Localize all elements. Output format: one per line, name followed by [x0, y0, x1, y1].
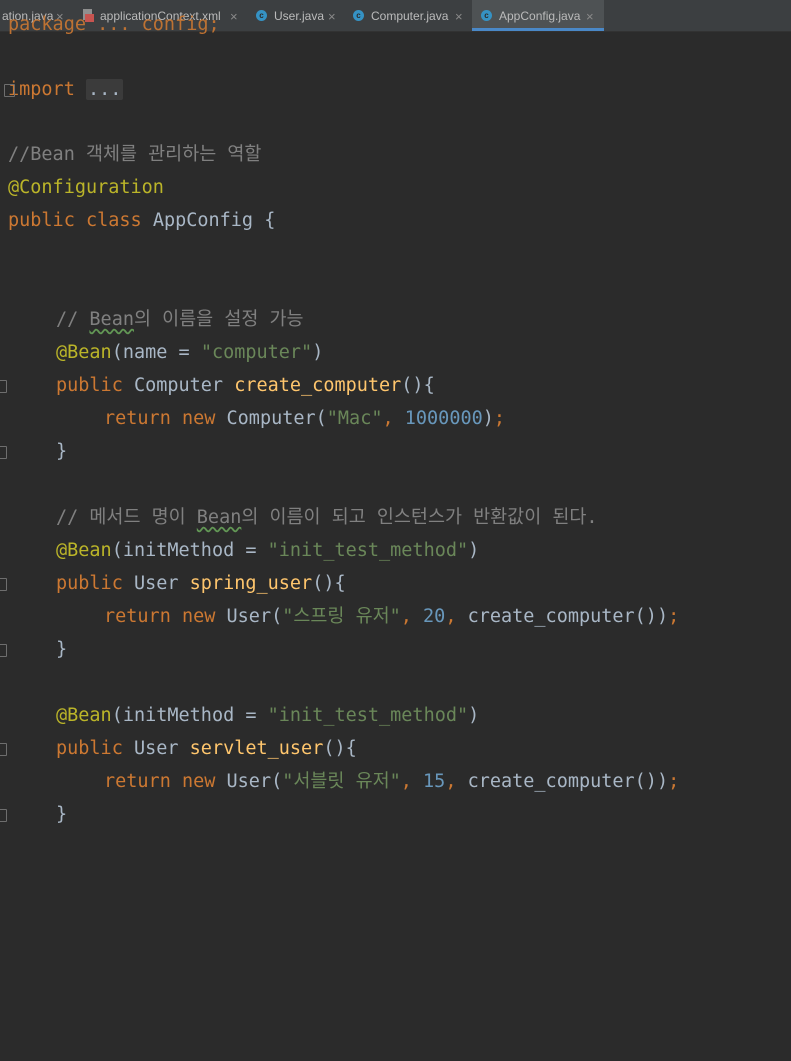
tab-computer-java[interactable]: c Computer.java ×	[349, 0, 469, 31]
code-line-method-decl: public Computer create_computer(){	[56, 375, 435, 396]
fold-icon[interactable]	[0, 380, 7, 393]
code-line-method-decl: public User servlet_user(){	[56, 738, 357, 759]
code-editor[interactable]: package ... config; import ... //Bean 객체…	[0, 14, 791, 833]
code-line-close-brace: }	[56, 804, 68, 825]
active-tab-indicator	[472, 28, 604, 31]
code-line-import: import ...	[4, 77, 124, 103]
tab-label: Computer.java	[371, 9, 449, 23]
code-line-return: return new User("스프링 유저", 20, create_com…	[104, 606, 680, 627]
code-line-annotation: @Bean(initMethod = "init_test_method")	[56, 540, 480, 561]
code-line-package: package ... config;	[8, 14, 220, 35]
code-line-annotation: @Bean(name = "computer")	[56, 342, 324, 363]
fold-icon[interactable]	[0, 644, 7, 657]
close-icon[interactable]: ×	[328, 0, 336, 31]
class-icon: c	[481, 10, 492, 21]
code-line-method-decl: public User spring_user(){	[56, 573, 346, 594]
code-line-comment: // 메서드 명이 Bean의 이름이 되고 인스턴스가 반환값이 된다.	[56, 507, 598, 528]
tab-appconfig-java[interactable]: c AppConfig.java ×	[472, 0, 604, 31]
fold-icon[interactable]	[0, 743, 7, 756]
close-icon[interactable]: ×	[230, 0, 238, 31]
class-icon: c	[256, 10, 267, 21]
tab-user-java[interactable]: c User.java ×	[252, 0, 342, 31]
code-line-return: return new User("서블릿 유저", 15, create_com…	[104, 771, 680, 792]
code-line-close-brace: }	[56, 441, 68, 462]
fold-icon[interactable]	[0, 809, 7, 822]
code-line-class-decl: public class AppConfig {	[8, 210, 276, 231]
code-line-close-brace: }	[56, 639, 68, 660]
class-icon: c	[353, 10, 364, 21]
fold-icon[interactable]	[0, 578, 7, 591]
code-line-comment: // Bean의 이름을 설정 가능	[56, 309, 304, 330]
fold-icon[interactable]	[4, 84, 15, 97]
close-icon[interactable]: ×	[455, 0, 463, 31]
code-line-comment: //Bean 객체를 관리하는 역할	[8, 144, 262, 165]
tab-label: User.java	[274, 9, 325, 23]
fold-icon[interactable]	[0, 446, 7, 459]
code-line-annotation: @Bean(initMethod = "init_test_method")	[56, 705, 480, 726]
folded-imports[interactable]: ...	[85, 79, 124, 100]
code-line-annotation: @Configuration	[8, 177, 164, 198]
code-line-return: return new Computer("Mac", 1000000);	[104, 408, 506, 429]
